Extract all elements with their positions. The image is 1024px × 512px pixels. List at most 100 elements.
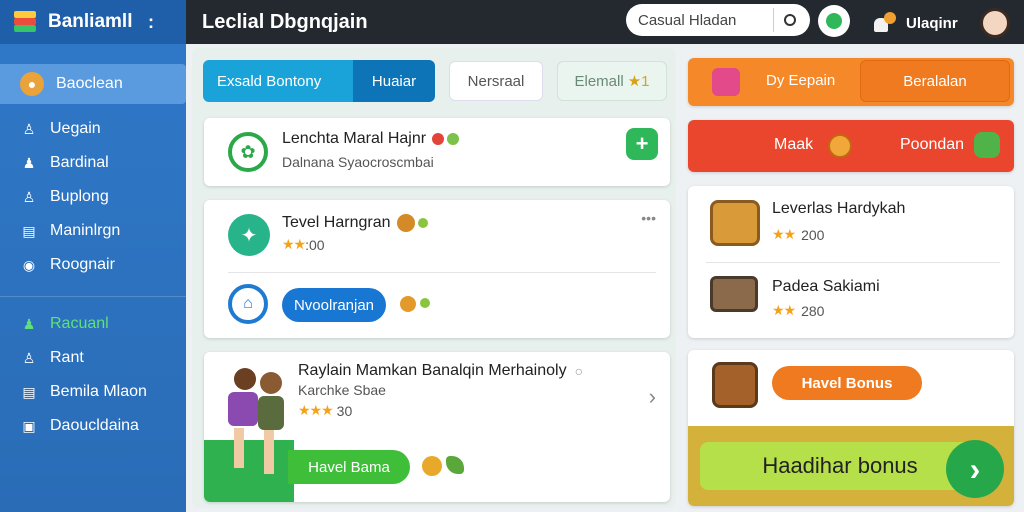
rewards-red-right[interactable]: Poondan [900, 136, 964, 154]
scroll-icon [710, 276, 758, 312]
tab-huaiar[interactable]: Huaiar [353, 60, 435, 102]
game-subtitle: Dalnana Syaocroscmbai [282, 154, 434, 170]
notification-icon[interactable] [874, 12, 896, 34]
sidebar: Banliamll : ● Baoclean ♙ Uegain ♟ Bardin… [0, 0, 186, 512]
sidebar-item-bemila-mlaon[interactable]: ▤ Bemila Mlaon [0, 375, 186, 409]
search-value: Casual Hladan [638, 11, 737, 29]
game-card[interactable]: Raylain Mamkan Banalqin Merhainoly ○ Kar… [204, 352, 670, 502]
game-card[interactable]: ✦ Tevel Harngran ★★ :00 ••• ⌂ Nvoolranja… [204, 200, 670, 338]
search-icon[interactable] [784, 14, 796, 26]
avatar[interactable] [979, 8, 1010, 38]
rewards-red-left[interactable]: Maak [774, 136, 813, 154]
bonus-banner-button[interactable]: Haadihar bonus [700, 442, 980, 490]
sidebar-item-daoucldaina[interactable]: ▣ Daoucldaina [0, 409, 186, 443]
sidebar-item-baoclean[interactable]: ● Baoclean [0, 64, 186, 104]
menu-icon[interactable]: : [148, 12, 154, 33]
treasure-chest-icon [710, 200, 760, 246]
sidebar-item-label: Baoclean [56, 75, 123, 92]
document-icon: ▤ [22, 222, 36, 239]
sidebar-item-label: Uegain [50, 120, 101, 137]
tab-group: Exsald Bontony Huaiar [203, 60, 435, 102]
sidebar-item-racuanl[interactable]: ♟ Racuanl [0, 307, 186, 341]
sidebar-item-rant[interactable]: ♙ Rant [0, 341, 186, 375]
app-logo-icon [12, 10, 38, 34]
rating-stars: ★★ [772, 226, 796, 242]
search-input[interactable]: Casual Hladan [626, 4, 810, 36]
group-icon: ♟ [22, 315, 36, 332]
username: Ulaqinr [906, 14, 958, 32]
sidebar-divider [0, 296, 186, 297]
rewards-header-button[interactable]: Beralalan [860, 60, 1010, 102]
user-icon: ♙ [22, 349, 36, 366]
chevron-right-icon[interactable]: › [946, 440, 1004, 498]
suitcase-icon [712, 362, 758, 408]
sidebar-item-label: Roognair [50, 256, 115, 273]
game-avatar-icon: ● [20, 72, 44, 96]
game-title: Lenchta Maral Hajnr [282, 130, 427, 147]
game-card[interactable]: ✿ Lenchta Maral Hajnr Dalnana Syaocroscm… [204, 118, 670, 186]
gift-icon [400, 296, 416, 312]
sidebar-item-label: Daoucldaina [50, 417, 139, 434]
card-divider [706, 262, 1000, 263]
topbar: Leclial Dbgnqjain Casual Hladan Ulaqinr [186, 0, 1024, 44]
sidebar-item-label: Rant [50, 349, 84, 366]
leaf-icon [447, 133, 460, 145]
reward-score: 280 [801, 302, 825, 319]
reward-title: Padea Sakiami [772, 278, 880, 295]
card-divider [228, 272, 656, 273]
tab-nersraal[interactable]: Nersraal [449, 61, 543, 101]
fire-icon [432, 133, 445, 145]
page-title: Leclial Dbgnqjain [202, 10, 368, 33]
bonus-pill-button[interactable]: Havel Bonus [772, 366, 922, 400]
app-title: Banliamll [48, 11, 133, 32]
sidebar-item-roognair[interactable]: ◉ Roognair [0, 248, 186, 282]
game-score: :00 [305, 236, 325, 253]
bonus-pill-label: Havel Bonus [801, 374, 893, 392]
sidebar-item-label: Bardinal [50, 154, 109, 171]
rewards-header-label[interactable]: Dy Eepain [766, 72, 835, 89]
target-icon: ◉ [22, 256, 36, 273]
clover-icon [974, 132, 1000, 158]
people-icon: ♟ [22, 154, 36, 171]
add-button[interactable]: + [626, 128, 658, 160]
leaf-badge-icon: ✦ [228, 214, 270, 256]
tab-bar: Exsald Bontony Huaiar [203, 60, 435, 102]
sidebar-item-bardinal[interactable]: ♟ Bardinal [0, 146, 186, 180]
clipboard-icon: ▤ [22, 383, 36, 400]
rewards-red-banner: Maak Poondan [688, 120, 1014, 172]
rewards-list: Leverlas Hardykah ★★ 200 Padea Sakiami ★… [688, 186, 1014, 338]
leaf-icon [446, 456, 464, 474]
coin-icon [828, 134, 852, 158]
rating-stars: ★★★ [298, 402, 334, 418]
tab-exsald-bontony[interactable]: Exsald Bontony [203, 60, 353, 102]
rewards-header: Dy Eepain Beralalan [688, 58, 1014, 106]
info-icon[interactable]: ○ [575, 363, 583, 379]
person-add-icon: ♙ [22, 188, 36, 205]
more-icon[interactable]: ••• [641, 210, 656, 226]
sidebar-item-buplong[interactable]: ♙ Buplong [0, 180, 186, 214]
reward-score: 200 [801, 226, 825, 243]
home-icon: ⌂ [228, 284, 268, 324]
reward-title: Leverlas Hardykah [772, 200, 906, 217]
tab-badge: ★1 [627, 73, 650, 90]
search-divider [773, 8, 774, 32]
sidebar-item-maninlrgn[interactable]: ▤ Maninlrgn [0, 214, 186, 248]
sidebar-nav: ● Baoclean ♙ Uegain ♟ Bardinal ♙ Buplong… [0, 44, 186, 443]
treasure-icon: ▣ [22, 417, 36, 434]
games-button[interactable] [818, 5, 850, 37]
game-score: 30 [336, 402, 353, 419]
sidebar-item-label: Maninlrgn [50, 222, 121, 239]
sidebar-item-label: Racuanl [50, 315, 109, 332]
user-menu[interactable]: Ulaqinr [874, 8, 1010, 38]
play-button[interactable]: Nvoolranjan [282, 288, 386, 322]
sidebar-item-uegain[interactable]: ♙ Uegain [0, 112, 186, 146]
tab-label: Elemall [574, 72, 624, 90]
tab-elemall[interactable]: Elemall ★1 [557, 61, 667, 101]
rating-stars: ★★ [772, 302, 796, 318]
sidebar-item-label: Bemila Mlaon [50, 383, 147, 400]
game-title: Raylain Mamkan Banalqin Merhainoly [298, 362, 567, 379]
chevron-right-icon[interactable]: › [649, 384, 656, 410]
coin-icon [422, 456, 442, 476]
bonus-card: Havel Bonus Haadihar bonus › [688, 350, 1014, 506]
action-button[interactable]: Havel Bama [288, 450, 410, 484]
